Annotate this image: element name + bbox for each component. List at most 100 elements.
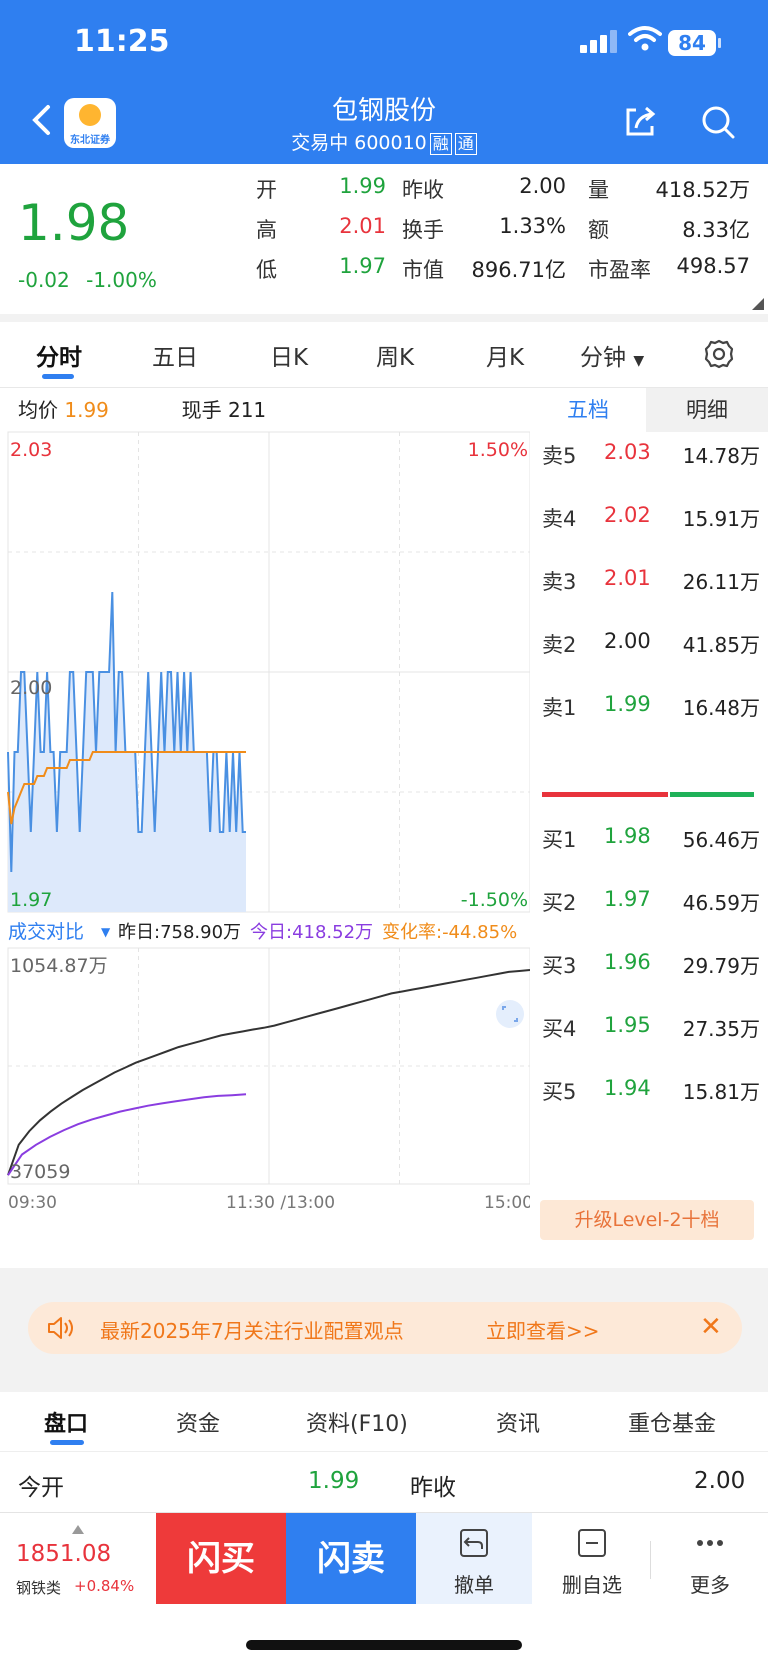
- tab-five-day[interactable]: 五日: [152, 338, 198, 372]
- ask-row[interactable]: 卖1 1.99 16.48万: [542, 692, 766, 722]
- tab-five-levels[interactable]: 五档: [530, 388, 646, 432]
- bid-row[interactable]: 买3 1.96 29.79万: [542, 950, 766, 980]
- fullscreen-icon[interactable]: [496, 1000, 524, 1028]
- bid-volume: 15.81万: [682, 1080, 760, 1104]
- cellular-signal-icon: [580, 30, 620, 53]
- today-open-value: 1.99: [308, 1468, 360, 1494]
- flash-sell-button[interactable]: 闪卖: [286, 1513, 416, 1605]
- bid-price: 1.98: [604, 824, 651, 848]
- close-icon[interactable]: ✕: [700, 1312, 722, 1342]
- tab-news[interactable]: 资讯: [496, 1406, 540, 1438]
- cancel-order-button[interactable]: 撤单: [416, 1513, 532, 1605]
- pct-top-label: 1.50%: [468, 439, 528, 461]
- low-value: 1.97: [339, 254, 386, 278]
- ask-volume: 41.85万: [682, 633, 760, 657]
- more-button[interactable]: 更多: [652, 1513, 768, 1605]
- today-volume: 今日:418.52万: [250, 922, 373, 943]
- tab-heavy-funds[interactable]: 重仓基金: [628, 1406, 716, 1438]
- margin-tag: 融: [429, 133, 452, 155]
- volume-label: 量: [588, 178, 609, 202]
- ask-row[interactable]: 卖4 2.02 15.91万: [542, 503, 766, 533]
- pct-bottom-label: -1.50%: [461, 889, 528, 911]
- prev-close-label: 昨收: [402, 178, 444, 202]
- promo-message: 最新2025年7月关注行业配置观点: [100, 1319, 404, 1343]
- prev-close-row-value: 2.00: [694, 1468, 746, 1494]
- bid-price: 1.94: [604, 1076, 651, 1100]
- change-rate: 变化率:-44.85%: [382, 922, 517, 943]
- app-header: 11:25 84 东北证券 包钢股份 交易中 600010 融通: [0, 0, 768, 164]
- tab-orderbook[interactable]: 盘口: [44, 1406, 88, 1438]
- bid-price: 1.96: [604, 950, 651, 974]
- sector-index-value[interactable]: 1851.08: [16, 1541, 111, 1567]
- tab-weekly-k[interactable]: 周K: [376, 338, 414, 372]
- tab-minute[interactable]: 分钟 ▼: [580, 338, 644, 372]
- tab-intraday[interactable]: 分时: [36, 338, 82, 372]
- status-time: 11:25: [74, 24, 170, 59]
- promo-view-link[interactable]: 立即查看>>: [486, 1315, 600, 1344]
- ask-price: 2.00: [604, 629, 651, 653]
- intraday-chart-svg[interactable]: 2.03 2.00 1.97 1.50% -1.50% 成交对比 ▼ 昨日:75…: [0, 388, 530, 1268]
- intraday-chart-area[interactable]: 均价 1.99 现手 211 2.03 2.00 1.97 1.50% -1.5…: [0, 388, 530, 1268]
- bid-level-label: 买1: [542, 828, 577, 852]
- ask-level-label: 卖2: [542, 633, 577, 657]
- home-indicator[interactable]: [246, 1640, 522, 1650]
- tab-daily-k[interactable]: 日K: [270, 338, 308, 372]
- bid-volume: 29.79万: [682, 954, 760, 978]
- bid-volume: 27.35万: [682, 1017, 760, 1041]
- quote-panel: 1.98 -0.02 -1.00% 开 1.99 昨收 2.00 量 418.5…: [0, 164, 768, 314]
- ask-row[interactable]: 卖2 2.00 41.85万: [542, 629, 766, 659]
- compare-caret-icon[interactable]: ▼: [101, 925, 111, 939]
- compare-label[interactable]: 成交对比: [8, 921, 84, 943]
- bid-row[interactable]: 买4 1.95 27.35万: [542, 1013, 766, 1043]
- pe-value: 498.57: [676, 254, 750, 278]
- last-price: 1.98: [18, 194, 130, 252]
- ask-row[interactable]: 卖5 2.03 14.78万: [542, 440, 766, 470]
- upgrade-level2-button[interactable]: 升级Level-2十档: [540, 1200, 754, 1240]
- ask-price: 2.03: [604, 440, 651, 464]
- tab-f10[interactable]: 资料(F10): [306, 1406, 408, 1438]
- safe-area: [0, 1604, 768, 1662]
- info-tabs: 盘口 资金 资料(F10) 资讯 重仓基金: [0, 1392, 768, 1452]
- bottom-toolbar: 1851.08 钢铁类 +0.84% 闪买 闪卖 撤单 删自选 更多: [0, 1512, 768, 1605]
- speaker-icon: [48, 1317, 73, 1339]
- mktcap-value: 896.71亿: [471, 258, 566, 282]
- expand-corner-icon[interactable]: [752, 298, 764, 310]
- search-icon[interactable]: [700, 104, 736, 140]
- ymid-label: 2.00: [10, 677, 52, 699]
- ask-price: 1.99: [604, 692, 651, 716]
- vol-max-label: 1054.87万: [10, 955, 108, 977]
- bid-row[interactable]: 买2 1.97 46.59万: [542, 887, 766, 917]
- sector-change: +0.84%: [74, 1577, 135, 1595]
- sector-name: 钢铁类: [16, 1579, 62, 1597]
- ask-volume: 15.91万: [682, 507, 760, 531]
- share-icon[interactable]: [622, 104, 658, 140]
- gear-icon[interactable]: [703, 338, 735, 370]
- tab-monthly-k[interactable]: 月K: [486, 338, 524, 372]
- turnover-value: 1.33%: [499, 214, 566, 238]
- ask-volume: 16.48万: [682, 696, 760, 720]
- bid-level-label: 买5: [542, 1080, 577, 1104]
- open-label: 开: [256, 178, 277, 202]
- bid-row[interactable]: 买1 1.98 56.46万: [542, 824, 766, 854]
- tab-funds[interactable]: 资金: [176, 1406, 220, 1438]
- ask-row[interactable]: 卖3 2.01 26.11万: [542, 566, 766, 596]
- amount-label: 额: [588, 218, 609, 242]
- ask-level-label: 卖1: [542, 696, 577, 720]
- prev-close-row-label: 昨收: [410, 1475, 456, 1501]
- volume-value: 418.52万: [655, 178, 750, 202]
- low-label: 低: [256, 258, 277, 282]
- high-value: 2.01: [339, 214, 386, 238]
- expand-up-icon[interactable]: [72, 1525, 84, 1534]
- promo-banner[interactable]: 最新2025年7月关注行业配置观点 立即查看>> ✕: [28, 1302, 742, 1354]
- bid-level-label: 买3: [542, 954, 577, 978]
- connect-tag: 通: [454, 133, 477, 155]
- battery-icon: 84: [668, 30, 721, 56]
- bid-row[interactable]: 买5 1.94 15.81万: [542, 1076, 766, 1106]
- bid-price: 1.97: [604, 887, 651, 911]
- more-dots-icon: [697, 1540, 723, 1546]
- high-label: 高: [256, 218, 277, 242]
- flash-buy-button[interactable]: 闪买: [156, 1513, 286, 1605]
- remove-watchlist-button[interactable]: 删自选: [534, 1513, 650, 1605]
- tab-details[interactable]: 明细: [646, 388, 768, 432]
- dropdown-caret-icon: ▼: [633, 353, 645, 369]
